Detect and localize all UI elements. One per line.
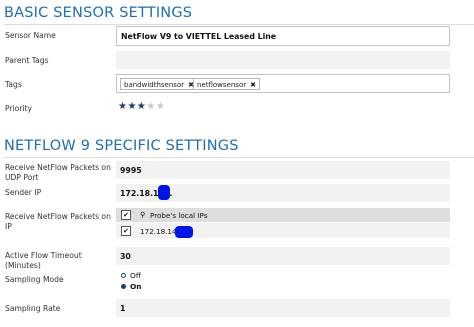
star-filled-icon[interactable]: ★★★ [118,101,146,112]
receive-ip-list: ✔ ⚲ Probe's local IPs ✔ 172.18.145. [116,208,450,238]
ip-option-checkbox[interactable]: ✔ [121,210,131,220]
remove-tag-icon[interactable]: ✖ [250,81,256,89]
flow-timeout-label-line: (Minutes) [5,261,41,270]
ip-option-checkbox[interactable]: ✔ [121,226,131,236]
sampling-rate-value: 1 [120,304,126,313]
divider [4,24,474,25]
parent-tags-label: Parent Tags [5,56,49,65]
sampling-mode-group: Off On [118,271,198,293]
udp-port-value: 9995 [120,166,142,175]
tag-label: bandwidthsensor [124,81,185,89]
basic-settings-title: BASIC SENSOR SETTINGS [4,5,193,21]
sensor-name-label: Sensor Name [5,31,56,40]
flow-timeout-label: Active Flow Timeout (Minutes) [5,251,82,271]
pin-icon: ⚲ [140,210,146,219]
sampling-on-radio[interactable] [121,284,126,289]
flow-timeout-field: 30 [116,247,450,265]
ip-option-row[interactable]: ✔ ⚲ Probe's local IPs [116,208,450,222]
tags-label: Tags [5,80,22,89]
flow-timeout-value: 30 [120,252,131,261]
sampling-rate-field: 1 [116,299,450,317]
receive-ip-label-line: IP [5,222,12,231]
receive-ip-label-line: Receive NetFlow Packets on [5,212,111,221]
sender-ip-label: Sender IP [5,188,42,197]
tag-label: netflowsensor [197,81,247,89]
tag-chip: netflowsensor ✖ [193,78,260,90]
priority-stars[interactable]: ★★★★★ [118,101,165,112]
receive-ip-label: Receive NetFlow Packets on IP [5,212,111,232]
sampling-on-label[interactable]: On [130,282,142,291]
sampling-off-label[interactable]: Off [130,271,141,280]
flow-timeout-label-line: Active Flow Timeout [5,251,82,260]
sensor-name-value: NetFlow V9 to VIETTEL Leased Line [121,32,277,41]
udp-port-label: Receive NetFlow Packets on UDP Port [5,163,111,183]
divider [4,157,474,158]
ip-option-row[interactable]: ✔ 172.18.145. [116,223,450,238]
sampling-mode-label: Sampling Mode [5,275,64,284]
redaction-mark [175,226,193,238]
udp-port-field: 9995 [116,161,450,179]
sampling-off-radio[interactable] [121,273,126,278]
star-empty-icon[interactable]: ★★ [146,101,165,112]
priority-label: Priority [5,104,33,113]
tags-input[interactable]: bandwidthsensor ✖ netflowsensor ✖ [116,74,450,93]
redaction-mark [158,185,170,200]
ip-option-label: Probe's local IPs [150,211,208,220]
sensor-name-input[interactable]: NetFlow V9 to VIETTEL Leased Line [116,26,450,46]
tag-chip: bandwidthsensor ✖ [120,78,198,90]
udp-port-label-line: UDP Port [5,173,39,182]
udp-port-label-line: Receive NetFlow Packets on [5,163,111,172]
parent-tags-field [116,51,450,69]
netflow-settings-title: NETFLOW 9 SPECIFIC SETTINGS [4,138,239,154]
sampling-rate-label: Sampling Rate [5,304,61,313]
